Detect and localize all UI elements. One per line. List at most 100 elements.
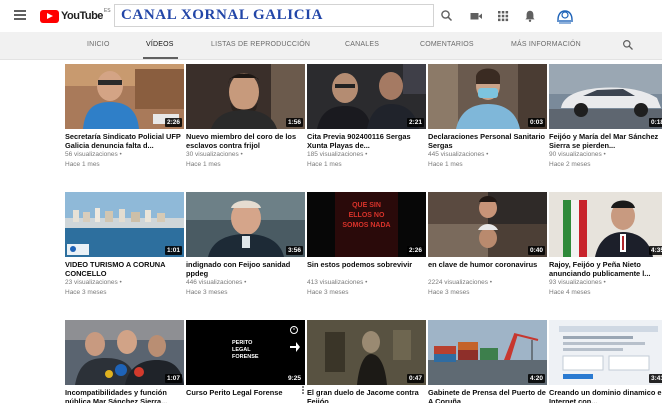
video-card[interactable]: 3:56 indignado con Feijoo sanidad ppdeg … (186, 192, 305, 297)
thumbnail-overlay-text: QUE SIN (352, 202, 381, 209)
youtube-logo-text: YouTube (61, 10, 103, 22)
video-thumbnail[interactable]: 1:56 (186, 64, 305, 129)
video-views: 446 visualizaciones • (186, 279, 247, 286)
video-camera-icon[interactable] (469, 9, 483, 23)
tab-videos[interactable]: VÍDEOS (146, 41, 174, 48)
video-age: Hace 3 meses (186, 288, 228, 296)
video-card[interactable]: 0:03 Declaraciones Personal Sanitario Se… (428, 64, 547, 169)
tab-channels[interactable]: CANALES (345, 41, 379, 48)
video-title[interactable]: Rajoy, Feijóo y Peña Nieto anunciando pu… (549, 260, 662, 278)
video-title[interactable]: Curso Perito Legal Forense (186, 388, 305, 403)
video-duration: 3:56 (285, 246, 303, 255)
youtube-logo[interactable]: YouTube ES (40, 8, 111, 23)
video-card[interactable]: 1:07 Incompatibilidades y función públic… (65, 320, 184, 403)
video-card[interactable]: 0:18 Feijóo y María del Mar Sánchez Sier… (549, 64, 662, 169)
video-title[interactable]: Creando un dominio dinamico en Internet … (549, 388, 662, 403)
account-avatar[interactable] (554, 6, 576, 26)
video-duration: 1:56 (285, 118, 303, 127)
channel-search-icon[interactable] (622, 39, 634, 51)
video-thumbnail[interactable]: 0:47 (307, 320, 426, 385)
video-card[interactable]: 1:01 VIDEO TURISMO A CORUNA CONCELLO 23 … (65, 192, 184, 297)
thumbnail-overlay-text-2: ELLOS NO (349, 212, 385, 219)
video-age: Hace 1 mes (307, 160, 342, 168)
video-duration: 4:20 (527, 374, 545, 383)
tab-playlists[interactable]: LISTAS DE REPRODUCCIÓN (211, 41, 310, 48)
video-thumbnail[interactable]: 0:40 (428, 192, 547, 257)
video-card[interactable]: 1:56 Nuevo miembro del coro de los escla… (186, 64, 305, 169)
video-duration: 2:26 (406, 246, 424, 255)
video-views: 2224 visualizaciones • (428, 279, 493, 286)
tab-comments[interactable]: COMENTARIOS (420, 41, 474, 48)
channel-banner: CANAL XORNAL GALICIA (114, 4, 434, 27)
video-views: 445 visualizaciones • (428, 151, 489, 158)
channel-banner-title: CANAL XORNAL GALICIA (121, 7, 324, 23)
video-card[interactable]: 3:41 Creando un dominio dinamico en Inte… (549, 320, 662, 403)
channel-tabs: INICIO VÍDEOS LISTAS DE REPRODUCCIÓN CAN… (0, 32, 662, 60)
hamburger-menu-icon[interactable] (14, 10, 26, 20)
video-title[interactable]: El gran duelo de Jacome contra Feijóo (307, 388, 426, 403)
youtube-country-code: ES (103, 8, 111, 14)
video-title[interactable]: Nuevo miembro del coro de los esclavos c… (186, 132, 305, 150)
thumbnail-overlay-text: PERITO (232, 340, 253, 346)
tab-more-info[interactable]: MÁS INFORMACIÓN (511, 41, 581, 48)
video-age: Hace 3 meses (428, 288, 470, 296)
masthead: YouTube ES CANAL XORNAL GALICIA (0, 0, 662, 32)
video-duration: 3:41 (648, 374, 662, 383)
video-title[interactable]: Gabinete de Prensa del Puerto de A Coruñ… (428, 388, 547, 403)
video-title[interactable]: Feijóo y María del Mar Sánchez Sierra se… (549, 132, 662, 150)
video-views: 413 visualizaciones • (307, 279, 368, 286)
video-views: 23 visualizaciones • (65, 279, 122, 286)
video-card[interactable]: 4:20 Gabinete de Prensa del Puerto de A … (428, 320, 547, 403)
video-card[interactable]: PERITO LEGAL FORENSE 9:25 Curso Perito L… (186, 320, 305, 403)
video-card[interactable]: 0:47 El gran duelo de Jacome contra Feij… (307, 320, 426, 403)
video-thumbnail[interactable]: 1:07 (65, 320, 184, 385)
video-thumbnail[interactable]: QUE SIN ELLOS NO SOMOS NADA 2:26 (307, 192, 426, 257)
video-thumbnail[interactable]: 0:03 (428, 64, 547, 129)
video-thumbnail[interactable]: 4:20 (428, 320, 547, 385)
video-duration: 0:03 (527, 118, 545, 127)
video-thumbnail[interactable]: 2:26 (65, 64, 184, 129)
video-thumbnail[interactable]: 2:21 (307, 64, 426, 129)
active-tab-indicator (143, 57, 178, 59)
tab-inicio[interactable]: INICIO (87, 41, 110, 48)
video-views: 30 visualizaciones • (186, 151, 243, 158)
video-duration: 2:21 (406, 118, 424, 127)
notifications-bell-icon[interactable] (523, 9, 537, 23)
thumbnail-overlay-text-2: LEGAL (232, 347, 251, 353)
video-thumbnail[interactable]: PERITO LEGAL FORENSE 9:25 (186, 320, 305, 385)
more-options-icon[interactable] (301, 386, 305, 396)
video-card[interactable]: QUE SIN ELLOS NO SOMOS NADA 2:26 Sin est… (307, 192, 426, 297)
video-title[interactable]: en clave de humor coronavirus (428, 260, 547, 278)
video-title[interactable]: VIDEO TURISMO A CORUNA CONCELLO (65, 260, 184, 278)
search-icon[interactable] (440, 9, 454, 23)
video-card[interactable]: 2:26 Secretaría Sindicato Policial UFP G… (65, 64, 184, 169)
video-card[interactable]: 4:35 Rajoy, Feijóo y Peña Nieto anuncian… (549, 192, 662, 297)
video-thumbnail[interactable]: 0:18 (549, 64, 662, 129)
video-title[interactable]: Secretaría Sindicato Policial UFP Galici… (65, 132, 184, 150)
video-views: 90 visualizaciones • (549, 151, 606, 158)
video-title[interactable]: Cita Previa 902400116 Sergas Xunta Playa… (307, 132, 426, 150)
video-thumbnail[interactable]: 4:35 (549, 192, 662, 257)
video-title[interactable]: Sin estos podemos sobrevivir (307, 260, 426, 278)
thumbnail-overlay-text-3: SOMOS NADA (342, 222, 390, 229)
video-thumbnail[interactable]: 3:41 (549, 320, 662, 385)
video-age: Hace 2 meses (549, 160, 591, 168)
video-card[interactable]: 0:40 en clave de humor coronavirus 2224 … (428, 192, 547, 297)
youtube-play-icon (40, 9, 59, 23)
thumbnail-overlay-text-3: FORENSE (232, 354, 259, 360)
video-grid: 2:26 Secretaría Sindicato Policial UFP G… (65, 64, 662, 403)
video-duration: 2:26 (164, 118, 182, 127)
video-duration: 0:47 (406, 374, 424, 383)
video-duration: 0:40 (527, 246, 545, 255)
video-title[interactable]: indignado con Feijoo sanidad ppdeg (186, 260, 305, 278)
video-card[interactable]: 2:21 Cita Previa 902400116 Sergas Xunta … (307, 64, 426, 169)
video-thumbnail[interactable]: 1:01 (65, 192, 184, 257)
apps-grid-icon[interactable] (496, 9, 510, 23)
video-thumbnail[interactable]: 3:56 (186, 192, 305, 257)
video-age: Hace 3 meses (307, 288, 349, 296)
video-duration: 9:25 (285, 374, 303, 383)
video-duration: 1:01 (164, 246, 182, 255)
video-views: 185 visualizaciones • (307, 151, 368, 158)
video-title[interactable]: Declaraciones Personal Sanitario Sergas (428, 132, 547, 150)
video-title[interactable]: Incompatibilidades y función pública Mar… (65, 388, 184, 403)
